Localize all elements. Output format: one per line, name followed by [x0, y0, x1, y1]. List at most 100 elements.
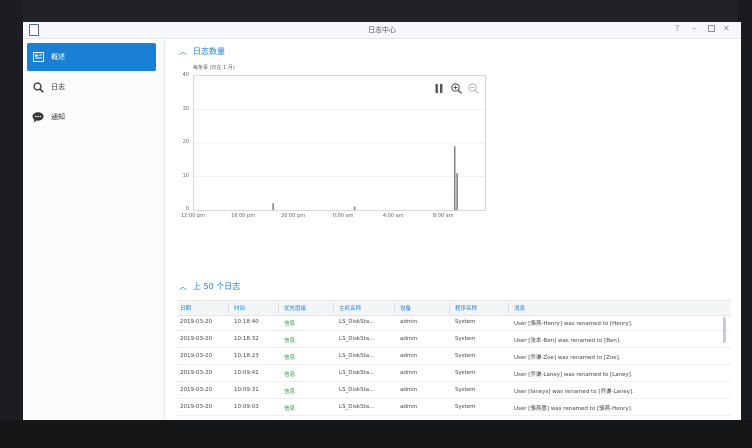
- maximize-icon[interactable]: [708, 25, 715, 35]
- sidebar-item-label: 日志: [51, 83, 65, 91]
- cell-time: 10:09:41: [234, 370, 259, 376]
- minimize-icon[interactable]: –: [692, 24, 696, 34]
- table-scrollbar[interactable]: [723, 317, 726, 343]
- cell-host: LS_DiskSta...: [339, 353, 375, 359]
- chart-plot: [194, 109, 485, 210]
- cell-date: 2019-03-20: [180, 336, 212, 342]
- close-icon[interactable]: ✕: [723, 24, 730, 34]
- monitor-bezel-left: [0, 0, 22, 448]
- cell-message: User [张本-Ben] was renamed to [Ben].: [514, 338, 621, 344]
- cell-time: 10:09:03: [234, 404, 259, 410]
- y-tick-label: 20: [182, 139, 189, 145]
- cell-program: System: [455, 336, 476, 342]
- x-tick-label: 12:00 pm: [180, 213, 206, 219]
- chevron-up-icon: ︿: [179, 282, 187, 291]
- cell-level: 信息: [284, 406, 296, 412]
- column-header-date[interactable]: 日期: [180, 304, 191, 312]
- section-title: 日志数量: [193, 47, 225, 56]
- y-axis-unit: 每条事 (仅在 1 月): [193, 65, 235, 71]
- window-titlebar: 日志中心 ? – ✕: [23, 22, 741, 39]
- log-count-chart: [193, 75, 486, 211]
- recent-logs-section-toggle[interactable]: ︿ 上 50 个日志: [179, 281, 240, 292]
- table-row[interactable]: 2019-03-20 10:09:31 信息 LS_DiskSta... admin Sy…: [177, 382, 731, 399]
- sidebar-item-logs[interactable]: 日志: [27, 73, 156, 101]
- cell-program: System: [455, 370, 476, 376]
- cell-date: 2019-03-20: [180, 370, 212, 376]
- cell-host: LS_DiskSta...: [339, 319, 375, 325]
- cell-program: System: [455, 353, 476, 359]
- column-divider: [449, 303, 450, 313]
- cell-date: 2019-03-20: [180, 319, 212, 325]
- cell-level: 信息: [284, 321, 296, 327]
- cell-date: 2019-03-20: [180, 404, 212, 410]
- cell-time: 10:18:40: [234, 319, 259, 325]
- column-divider: [333, 303, 334, 313]
- y-tick-label: 40: [182, 72, 189, 78]
- cell-program: System: [455, 319, 476, 325]
- table-row[interactable]: 2019-03-20 10:18:23 信息 LS_DiskSta... admin Sy…: [177, 348, 731, 365]
- cell-device: admin: [400, 387, 418, 393]
- main-content: ︿ 日志数量 每条事 (仅在 1 月) 40 30 20 10 0 12:00 pm 16…: [165, 39, 741, 420]
- column-divider: [508, 303, 509, 313]
- column-divider: [278, 303, 279, 313]
- cell-message: User [骆燕-Henry] was renamed to [Henry].: [514, 321, 633, 327]
- help-icon[interactable]: ?: [675, 24, 679, 34]
- column-header-host[interactable]: 主机名称: [339, 304, 361, 312]
- cell-date: 2019-03-20: [180, 353, 212, 359]
- cell-program: System: [455, 404, 476, 410]
- y-tick-label: 0: [185, 206, 189, 212]
- x-tick-label: 0:00 am: [332, 213, 354, 219]
- chat-bubble-icon: [32, 111, 44, 123]
- chart-bar: [353, 206, 356, 210]
- section-title: 上 50 个日志: [193, 282, 241, 291]
- cell-level: 信息: [284, 389, 296, 395]
- sidebar: 概述 日志 通知: [23, 39, 165, 420]
- cell-device: admin: [400, 370, 418, 376]
- cell-device: admin: [400, 404, 418, 410]
- cell-time: 10:09:31: [234, 387, 259, 393]
- cell-device: admin: [400, 319, 418, 325]
- y-tick-label: 30: [182, 105, 189, 112]
- cell-host: LS_DiskSta...: [339, 336, 375, 342]
- cell-message: User [乔谦-Zoe] was renamed to [Zoe].: [514, 355, 621, 361]
- table-row[interactable]: 2019-03-20 10:09:41 信息 LS_DiskSta... admin Sy…: [177, 365, 731, 382]
- pause-icon[interactable]: [433, 82, 445, 94]
- column-header-time[interactable]: 时间: [234, 304, 245, 312]
- table-row[interactable]: 2019-03-20 10:18:40 信息 LS_DiskSta... admin Sy…: [177, 314, 731, 331]
- column-divider: [228, 303, 229, 313]
- table-row[interactable]: 2019-03-20 10:18:32 信息 LS_DiskSta... admin Sy…: [177, 331, 731, 348]
- window-title: 日志中心: [368, 26, 396, 34]
- sidebar-item-notifications[interactable]: 通知: [27, 103, 156, 131]
- y-tick-label: 10: [182, 172, 189, 179]
- log-count-section-toggle[interactable]: ︿ 日志数量: [179, 46, 225, 57]
- cell-level: 信息: [284, 355, 296, 361]
- x-tick-label: 8:00 am: [432, 213, 454, 219]
- sidebar-item-label: 通知: [51, 113, 65, 121]
- search-icon: [32, 81, 44, 93]
- zoom-out-icon[interactable]: [467, 82, 479, 94]
- zoom-in-icon[interactable]: [450, 82, 462, 94]
- cell-host: LS_DiskSta...: [339, 387, 375, 393]
- cell-program: System: [455, 387, 476, 393]
- column-header-message[interactable]: 消息: [514, 304, 525, 312]
- monitor-bezel-bottom: [0, 420, 752, 448]
- cell-message: User [乔谦-Laney] was renamed to [Laney].: [514, 372, 633, 378]
- sidebar-item-overview[interactable]: 概述: [27, 43, 156, 71]
- column-header-level[interactable]: 优先层级: [284, 304, 306, 312]
- x-tick-label: 16:00 pm: [231, 213, 256, 219]
- table-row[interactable]: 2019-03-2010:08:48信息LS_DiskSta...adminSy…: [177, 416, 731, 420]
- cell-device: admin: [400, 353, 418, 359]
- chart-bar: [456, 173, 458, 210]
- monitor-bezel-top: [0, 0, 752, 22]
- column-header-device[interactable]: 设备: [400, 304, 411, 312]
- chart-bar: [272, 203, 274, 210]
- column-header-program[interactable]: 程序名称: [455, 304, 477, 312]
- table-row[interactable]: 2019-03-20 10:09:03 信息 LS_DiskSta... admin Sy…: [177, 399, 731, 416]
- x-tick-label: 20:00 pm: [281, 213, 306, 219]
- column-divider: [394, 303, 395, 313]
- cell-message: User [骆燕惠] was renamed to [骆燕-Henry].: [514, 406, 633, 412]
- cell-message: User [laneys] was renamed to [乔谦-Laney].: [514, 389, 634, 395]
- cell-time: 10:18:32: [234, 336, 259, 342]
- log-center-window: 日志中心 ? – ✕ 概述 日志 通知 ︿ 日志数量 每条事 (仅在 1 月) …: [23, 22, 741, 420]
- cell-time: 10:18:23: [234, 353, 259, 359]
